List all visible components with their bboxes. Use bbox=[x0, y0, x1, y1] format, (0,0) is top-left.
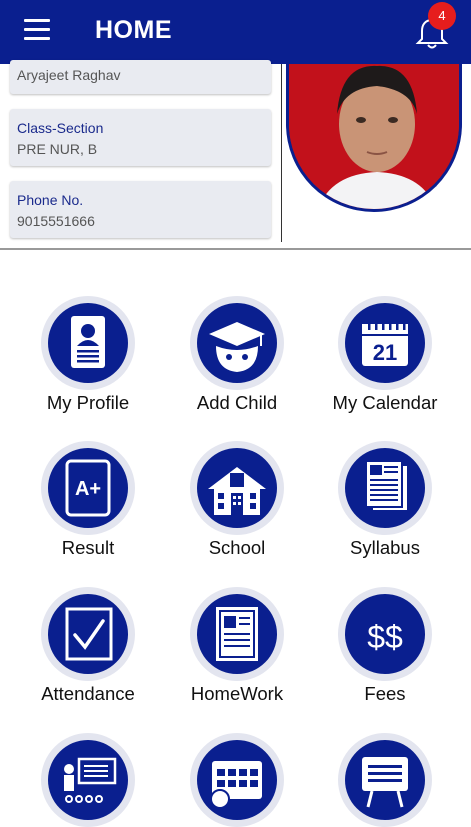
menu-tile-homework[interactable] bbox=[190, 587, 284, 681]
menu-tile-result[interactable]: A+ bbox=[41, 441, 135, 535]
school-icon bbox=[208, 467, 266, 515]
profile-icon bbox=[71, 316, 105, 368]
menu-tile-profile[interactable] bbox=[41, 296, 135, 390]
menu-tile-calendar[interactable]: 21 bbox=[338, 296, 432, 390]
menu-label[interactable]: Attendance bbox=[13, 683, 163, 705]
menu-icon[interactable] bbox=[24, 19, 50, 41]
menu-label[interactable]: Add Child bbox=[162, 392, 312, 414]
menu-label[interactable]: Fees bbox=[310, 683, 460, 705]
menu-tile-add-child[interactable] bbox=[190, 296, 284, 390]
calendar-icon: 21 bbox=[362, 318, 408, 366]
class-card: Class-Section PRE NUR, B bbox=[10, 109, 271, 166]
menu-label[interactable]: Syllabus bbox=[310, 537, 460, 559]
name-card: Aryajeet Raghav bbox=[10, 60, 271, 94]
attendance-icon bbox=[65, 607, 113, 661]
phone-card: Phone No. 9015551666 bbox=[10, 181, 271, 238]
menu-label[interactable]: Result bbox=[13, 537, 163, 559]
menu-tile-notice-board[interactable] bbox=[338, 733, 432, 827]
menu-label[interactable]: My Profile bbox=[13, 392, 163, 414]
svg-text:21: 21 bbox=[373, 340, 397, 365]
student-name: Aryajeet Raghav bbox=[17, 67, 121, 83]
svg-text:A+: A+ bbox=[75, 478, 101, 500]
menu-label[interactable]: HomeWork bbox=[162, 683, 312, 705]
menu-tile-teacher[interactable] bbox=[41, 733, 135, 827]
homework-icon bbox=[216, 607, 258, 661]
divider-horizontal bbox=[0, 248, 471, 250]
menu-tile-attendance[interactable] bbox=[41, 587, 135, 681]
class-section-value: PRE NUR, B bbox=[17, 141, 98, 157]
menu-label[interactable]: My Calendar bbox=[310, 392, 460, 414]
menu-tile-syllabus[interactable] bbox=[338, 441, 432, 535]
phone-label: Phone No. bbox=[17, 192, 84, 208]
menu-tile-timetable[interactable] bbox=[190, 733, 284, 827]
svg-text:$$: $$ bbox=[367, 619, 403, 655]
add-child-icon bbox=[209, 322, 265, 372]
notification-badge[interactable]: 4 bbox=[428, 2, 456, 30]
divider-vertical bbox=[281, 64, 282, 242]
notice-board-icon bbox=[362, 757, 408, 808]
fees-icon: $$ bbox=[367, 619, 403, 655]
app-bar: HOME 4 bbox=[0, 0, 471, 64]
phone-value: 9015551666 bbox=[17, 213, 95, 229]
menu-tile-fees[interactable]: $$ bbox=[338, 587, 432, 681]
result-icon: A+ bbox=[65, 459, 111, 517]
menu-tile-school[interactable] bbox=[190, 441, 284, 535]
menu-label[interactable]: School bbox=[162, 537, 312, 559]
syllabus-icon bbox=[365, 460, 409, 512]
class-section-label: Class-Section bbox=[17, 120, 104, 136]
page-title: HOME bbox=[95, 16, 172, 44]
teacher-icon bbox=[64, 757, 117, 803]
timetable-icon bbox=[210, 761, 262, 809]
